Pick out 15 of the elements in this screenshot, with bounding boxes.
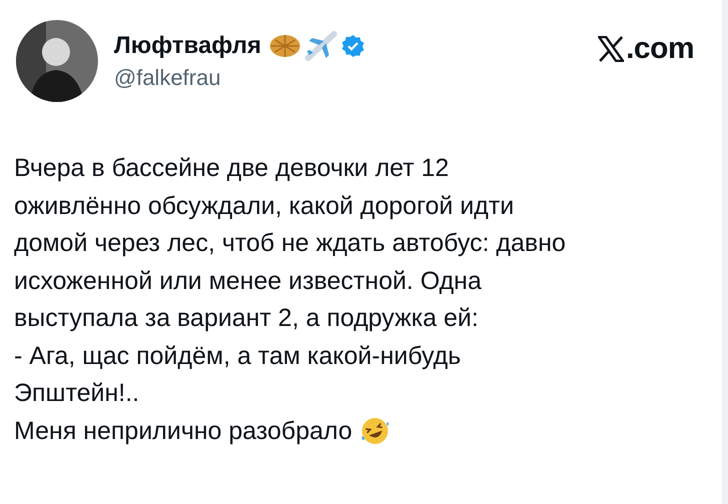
tweet-text-line: выступала за вариант 2, а подружка ей:: [14, 303, 478, 334]
airplane-icon: [305, 31, 338, 61]
laughing-emoji-icon: [360, 416, 390, 446]
author-handle: @falkefrau: [114, 65, 222, 91]
tweet-text-line: - Ага, щас пойдём, а там какой-нибудь: [14, 340, 461, 372]
waffle-icon: [269, 34, 302, 58]
x-logo-icon: [598, 36, 624, 62]
tweet-text-line: домой через лес, чтоб не ждать автобус: давно: [14, 228, 566, 259]
tweet-text-line: Вчера в бассейне две девочки лет 12: [14, 153, 449, 184]
site-domain: .com: [626, 32, 694, 66]
tweet-text-line: оживлённо обсуждали, какой дорогой идти: [14, 190, 514, 222]
tweet-text-line: исхоженной или менее известной. Одна: [14, 266, 482, 296]
tweet-text-line: Эпштейн!..: [14, 378, 140, 409]
tweet-text-line: Меня неприлично разобрало: [14, 416, 352, 446]
author-name: Люфтвафля: [114, 32, 262, 60]
